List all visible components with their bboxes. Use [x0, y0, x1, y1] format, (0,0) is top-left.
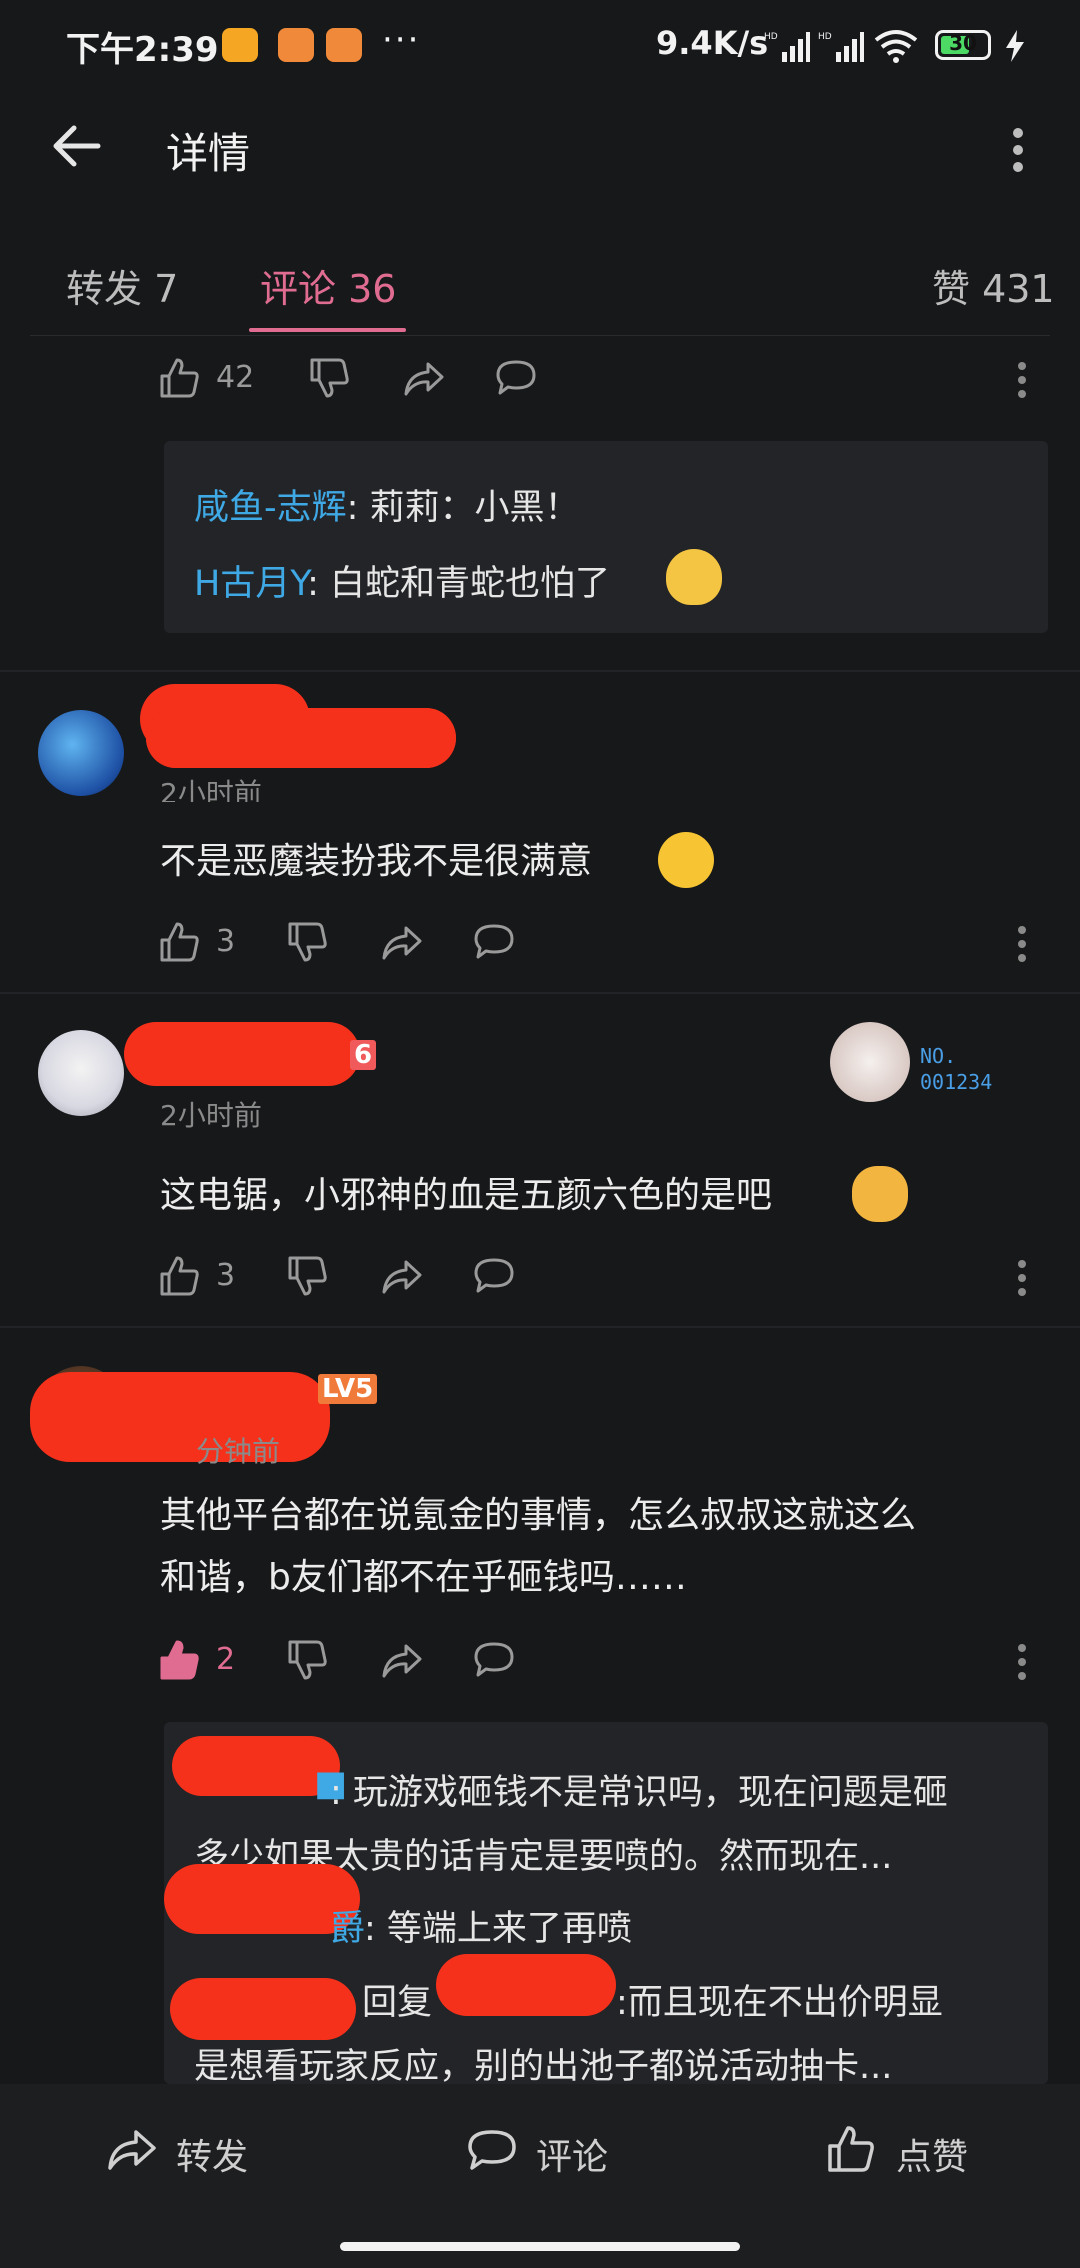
redacted-username	[146, 708, 456, 768]
svg-text:HD: HD	[818, 32, 832, 42]
reply-line: H古月Y: 白蛇和青蛇也怕了	[194, 555, 610, 606]
reply-text: : 玩游戏砸钱不是常识吗，现在问题是砸	[330, 1773, 948, 1813]
level-badge: 6	[350, 1040, 377, 1070]
comment-text-line: 和谐，b友们都不在乎砸钱吗……	[160, 1557, 687, 1598]
tab-comments[interactable]: 评论 36	[260, 258, 396, 313]
signal-icon: HD	[764, 32, 810, 62]
network-speed: 9.4K/s	[656, 24, 769, 62]
like-icon-active[interactable]	[158, 1638, 202, 1682]
divider	[0, 1326, 1080, 1328]
like-icon[interactable]	[158, 356, 202, 400]
comment-more-icon[interactable]	[1014, 924, 1030, 968]
reply-icon[interactable]	[472, 1254, 516, 1298]
reply-username[interactable]: 咸鱼-志辉	[194, 488, 347, 528]
notification-icon	[326, 28, 362, 62]
fan-badge-label: NO.	[920, 1044, 957, 1068]
avatar[interactable]	[38, 1030, 124, 1116]
comment-time: 分钟前	[196, 1435, 281, 1468]
comment-text: 不是恶魔装扮我不是很满意	[160, 841, 593, 882]
wifi-icon	[874, 30, 918, 63]
dislike-icon[interactable]	[286, 1254, 330, 1298]
battery-icon: 30	[935, 30, 991, 60]
comment-more-icon[interactable]	[1014, 1258, 1030, 1302]
signal-icon: HD	[818, 32, 864, 62]
reply-line: 咸鱼-志辉: 莉莉：小黑！	[194, 479, 580, 530]
reply-preview-box[interactable]: 咸鱼-志辉: 莉莉：小黑！ H古月Y: 白蛇和青蛇也怕了	[164, 441, 1048, 633]
share-icon[interactable]	[380, 920, 424, 964]
tab-likes[interactable]: 赞 431	[932, 258, 1055, 313]
like-count: 2	[216, 1642, 236, 1677]
reply-icon[interactable]	[472, 920, 516, 964]
avatar[interactable]	[38, 710, 124, 796]
dislike-icon[interactable]	[308, 356, 352, 400]
like-button[interactable]: 点赞	[896, 2128, 968, 2180]
comment-time: 2小时前	[160, 1099, 262, 1132]
status-bar: 下午2:39 ··· 9.4K/s HD HD 30	[0, 0, 1080, 95]
comment-text-line: 其他平台都在说氪金的事情，怎么叔叔这就这么	[160, 1495, 917, 1536]
like-count: 3	[216, 924, 236, 959]
reply-text: : 白蛇和青蛇也怕了	[307, 564, 610, 604]
dislike-icon[interactable]	[286, 920, 330, 964]
comment-more-icon[interactable]	[1014, 1642, 1030, 1686]
like-count: 3	[216, 1258, 236, 1293]
comment-time: 2小时前	[160, 777, 262, 802]
doge-emoji-icon	[852, 1166, 908, 1222]
divider	[30, 335, 1050, 336]
notification-icon	[222, 28, 258, 62]
notification-icon	[278, 28, 314, 62]
active-tab-indicator	[249, 328, 406, 332]
cat-emoji-icon	[666, 549, 722, 605]
comment-button[interactable]: 评论	[536, 2128, 608, 2180]
more-vertical-icon[interactable]	[1000, 125, 1036, 175]
reply-username[interactable]: H古月Y	[194, 564, 307, 604]
divider	[0, 670, 1080, 672]
reply-text: 是想看玩家反应，别的出池子都说活动抽卡...	[194, 2047, 893, 2084]
level-badge: LV5	[318, 1374, 378, 1404]
comment-text: 这电锯，小邪神的血是五颜六色的是吧	[160, 1175, 773, 1216]
share-icon[interactable]	[380, 1254, 424, 1298]
comment-actions: 3	[158, 1254, 1058, 1314]
like-icon[interactable]	[158, 920, 202, 964]
redacted-username	[436, 1954, 616, 2016]
tab-forward[interactable]: 转发 7	[66, 258, 178, 313]
battery-level: 30	[949, 31, 977, 55]
home-indicator[interactable]	[340, 2242, 740, 2251]
reply-icon[interactable]	[472, 1638, 516, 1682]
smirk-emoji-icon	[658, 832, 714, 888]
reply-text: : 等端上来了再喷	[364, 1909, 632, 1949]
share-icon[interactable]	[402, 356, 446, 400]
comment-actions: 2	[158, 1638, 1058, 1698]
comment-more-icon[interactable]	[1014, 360, 1030, 404]
forward-icon[interactable]	[106, 2124, 158, 2176]
fan-badge-number: 001234	[920, 1070, 993, 1094]
reply-text: : 莉莉：小黑！	[346, 488, 580, 528]
reply-preview-box[interactable]: ■ : 玩游戏砸钱不是常识吗，现在问题是砸 多少如果太贵的话肯定是要喷的。然而现…	[164, 1722, 1048, 2084]
back-arrow-icon[interactable]	[48, 118, 104, 174]
comment-actions: 42	[158, 356, 1058, 416]
forward-button[interactable]: 转发	[176, 2128, 248, 2180]
comment-icon[interactable]	[466, 2124, 518, 2176]
like-icon[interactable]	[826, 2124, 878, 2176]
reply-icon[interactable]	[494, 356, 538, 400]
charging-icon	[1006, 30, 1024, 62]
more-notifications-icon: ···	[382, 20, 421, 60]
reply-text: :而且现在不出价明显	[616, 1983, 943, 2023]
redacted-username	[30, 1372, 330, 1462]
like-icon[interactable]	[158, 1254, 202, 1298]
dislike-icon[interactable]	[286, 1638, 330, 1682]
redacted-username	[124, 1022, 360, 1086]
divider	[0, 992, 1080, 994]
like-count: 42	[216, 360, 255, 395]
svg-text:HD: HD	[764, 32, 778, 42]
reply-prefix: 回复	[362, 1983, 433, 2023]
share-icon[interactable]	[380, 1638, 424, 1682]
comment-actions: 3	[158, 920, 1058, 980]
status-time: 下午2:39	[66, 30, 219, 70]
reply-username-tail[interactable]: 爵	[330, 1900, 365, 1951]
redacted-username	[170, 1978, 356, 2040]
decoration-avatar-icon	[830, 1022, 910, 1102]
page-title: 详情	[166, 129, 251, 178]
